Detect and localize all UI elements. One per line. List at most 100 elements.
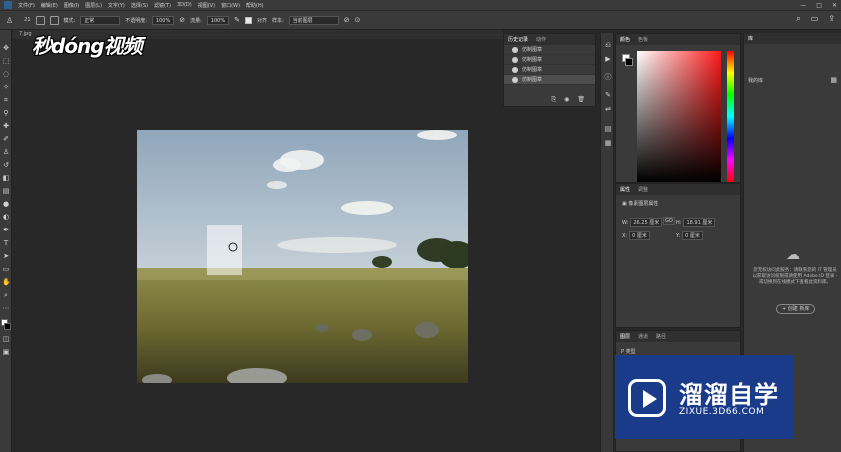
x-label: X: [622, 233, 628, 239]
maximize-icon[interactable]: □ [816, 2, 822, 9]
rectangle-tool-icon[interactable]: ▭ [2, 265, 10, 273]
document-title: 7.jpg [19, 31, 32, 37]
brand-url: ZIXUE.3D66.COM [679, 407, 765, 417]
actions-panel-icon[interactable]: ▶ [604, 55, 612, 63]
w-label: W: [622, 220, 629, 226]
background-color-swatch[interactable] [4, 323, 11, 330]
history-brush-tool-icon[interactable]: ↺ [2, 161, 10, 169]
menu-view[interactable]: 视图(V) [198, 2, 215, 9]
clone-source-icon[interactable] [49, 15, 59, 25]
sample-select[interactable]: 当前图层 [288, 15, 339, 25]
marquee-tool-icon[interactable]: ⬚ [2, 57, 10, 65]
menu-select[interactable]: 选择(S) [131, 2, 148, 9]
tab-history[interactable]: 历史记录 [508, 36, 528, 43]
gradient-tool-icon[interactable]: ▤ [2, 187, 10, 195]
width-field[interactable]: 26.25 厘米 [630, 218, 663, 227]
hand-tool-icon[interactable]: ✋ [2, 278, 11, 286]
tab-properties[interactable]: 属性 [620, 186, 630, 193]
height-field[interactable]: 18.91 厘米 [683, 218, 716, 227]
menu-3d[interactable]: 3D(D) [177, 2, 192, 8]
brush-settings-icon[interactable]: ✎ [604, 91, 612, 99]
clone-stamp-tool-icon[interactable]: ♙ [6, 16, 13, 25]
share-icon[interactable]: ⇪ [828, 14, 835, 24]
crop-tool-icon[interactable]: ⌗ [2, 96, 10, 104]
tab-swatches[interactable]: 色板 [638, 36, 648, 43]
eraser-tool-icon[interactable]: ◧ [2, 174, 10, 182]
history-item[interactable]: 仿制图章 [504, 65, 595, 75]
menu-image[interactable]: 图像(I) [64, 2, 79, 9]
eyedropper-tool-icon[interactable]: ⚲ [2, 109, 10, 117]
new-document-from-state-icon[interactable]: ⎘ [551, 96, 556, 104]
menu-help[interactable]: 帮助(H) [246, 2, 264, 9]
minimize-icon[interactable]: — [800, 2, 806, 9]
history-item-selected[interactable]: 仿制图章 [504, 75, 595, 85]
y-field[interactable]: 0 厘米 [682, 231, 703, 240]
tab-color[interactable]: 颜色 [620, 36, 630, 43]
search-icon[interactable]: ⌕ [796, 14, 800, 24]
info-panel-icon[interactable]: ⓘ [604, 73, 612, 81]
history-actions: ⎘ ◉ 🗑 [551, 96, 585, 104]
landscape-photo [137, 130, 468, 383]
airbrush-icon[interactable]: ✎ [234, 16, 240, 24]
grid-view-icon[interactable]: ▦ [830, 76, 837, 84]
canvas-image[interactable] [137, 130, 468, 383]
pen-tool-icon[interactable]: ✒ [2, 226, 10, 234]
brush-size[interactable]: 21 [24, 17, 30, 23]
healing-brush-tool-icon[interactable]: ✚ [2, 122, 10, 130]
quick-select-tool-icon[interactable]: ✧ [2, 83, 10, 91]
tab-layers[interactable]: 图层 [620, 333, 630, 340]
color-field[interactable] [637, 51, 721, 182]
brush-tool-icon[interactable]: ✐ [2, 135, 10, 143]
opacity-field[interactable]: 100% [151, 15, 175, 25]
quick-mask-icon[interactable]: ◫ [2, 335, 10, 343]
layer-kind-filter[interactable]: P 类型 [621, 348, 636, 355]
tab-channels[interactable]: 通道 [638, 333, 648, 340]
tab-adjustments[interactable]: 调整 [638, 186, 648, 193]
tab-actions[interactable]: 动作 [536, 36, 546, 43]
menu-edit[interactable]: 编辑(E) [41, 2, 58, 9]
menu-file[interactable]: 文件(F) [18, 2, 35, 9]
menu-type[interactable]: 文字(Y) [108, 2, 125, 9]
history-item[interactable]: 仿制图章 [504, 45, 595, 55]
history-panel: 历史记录 动作 仿制图章 仿制图章 仿制图章 仿制图章 ⎘ ◉ 🗑 [503, 33, 596, 107]
library-dropdown[interactable]: 我的库 [748, 77, 763, 84]
pressure-opacity-icon[interactable]: ⊘ [179, 16, 185, 24]
play-icon [628, 379, 666, 417]
create-library-button[interactable]: + 创建 新库 [776, 304, 816, 314]
delete-icon[interactable]: 🗑 [577, 96, 585, 104]
pressure-size-icon[interactable]: ⊙ [355, 16, 361, 24]
zoom-tool-icon[interactable]: ⌕ [2, 291, 10, 299]
x-field[interactable]: 0 厘米 [629, 231, 650, 240]
ignore-adjustment-icon[interactable]: ⊘ [344, 16, 350, 24]
mode-select[interactable]: 正常 [80, 15, 121, 25]
library-panel-tabs: 库 [744, 33, 841, 44]
path-select-tool-icon[interactable]: ➤ [2, 252, 10, 260]
move-tool-icon[interactable]: ✥ [2, 44, 10, 52]
workspace-icon[interactable]: ▭ [811, 14, 819, 24]
tab-library[interactable]: 库 [748, 35, 753, 42]
more-tools-icon[interactable]: ⋯ [2, 304, 10, 312]
clone-stamp-tool-icon[interactable]: ♙ [2, 148, 10, 156]
screen-mode-icon[interactable]: ▣ [2, 348, 10, 356]
link-dimensions-button[interactable]: GO [663, 217, 675, 225]
hue-slider[interactable] [727, 51, 734, 182]
blur-tool-icon[interactable]: ● [2, 200, 10, 208]
history-item[interactable]: 仿制图章 [504, 55, 595, 65]
brush-panel-icon[interactable] [35, 15, 45, 25]
menu-window[interactable]: 窗口(W) [221, 2, 240, 9]
lasso-tool-icon[interactable]: ◌ [2, 70, 10, 78]
type-tool-icon[interactable]: T [2, 239, 10, 247]
history-panel-icon[interactable]: ⎌ [604, 41, 612, 49]
paragraph-icon[interactable]: ▤ [604, 125, 612, 133]
menu-filter[interactable]: 滤镜(T) [154, 2, 171, 9]
background-swatch[interactable] [625, 58, 633, 66]
tab-paths[interactable]: 路径 [656, 333, 666, 340]
close-icon[interactable]: ✕ [832, 2, 837, 9]
dodge-tool-icon[interactable]: ◐ [2, 213, 10, 221]
aligned-checkbox[interactable] [244, 16, 252, 24]
glyphs-icon[interactable]: ▦ [604, 139, 612, 147]
menu-layer[interactable]: 图层(L) [85, 2, 102, 9]
snapshot-icon[interactable]: ◉ [564, 96, 569, 104]
flow-field[interactable]: 100% [206, 15, 230, 25]
adjust-icon[interactable]: ⇌ [604, 105, 612, 113]
